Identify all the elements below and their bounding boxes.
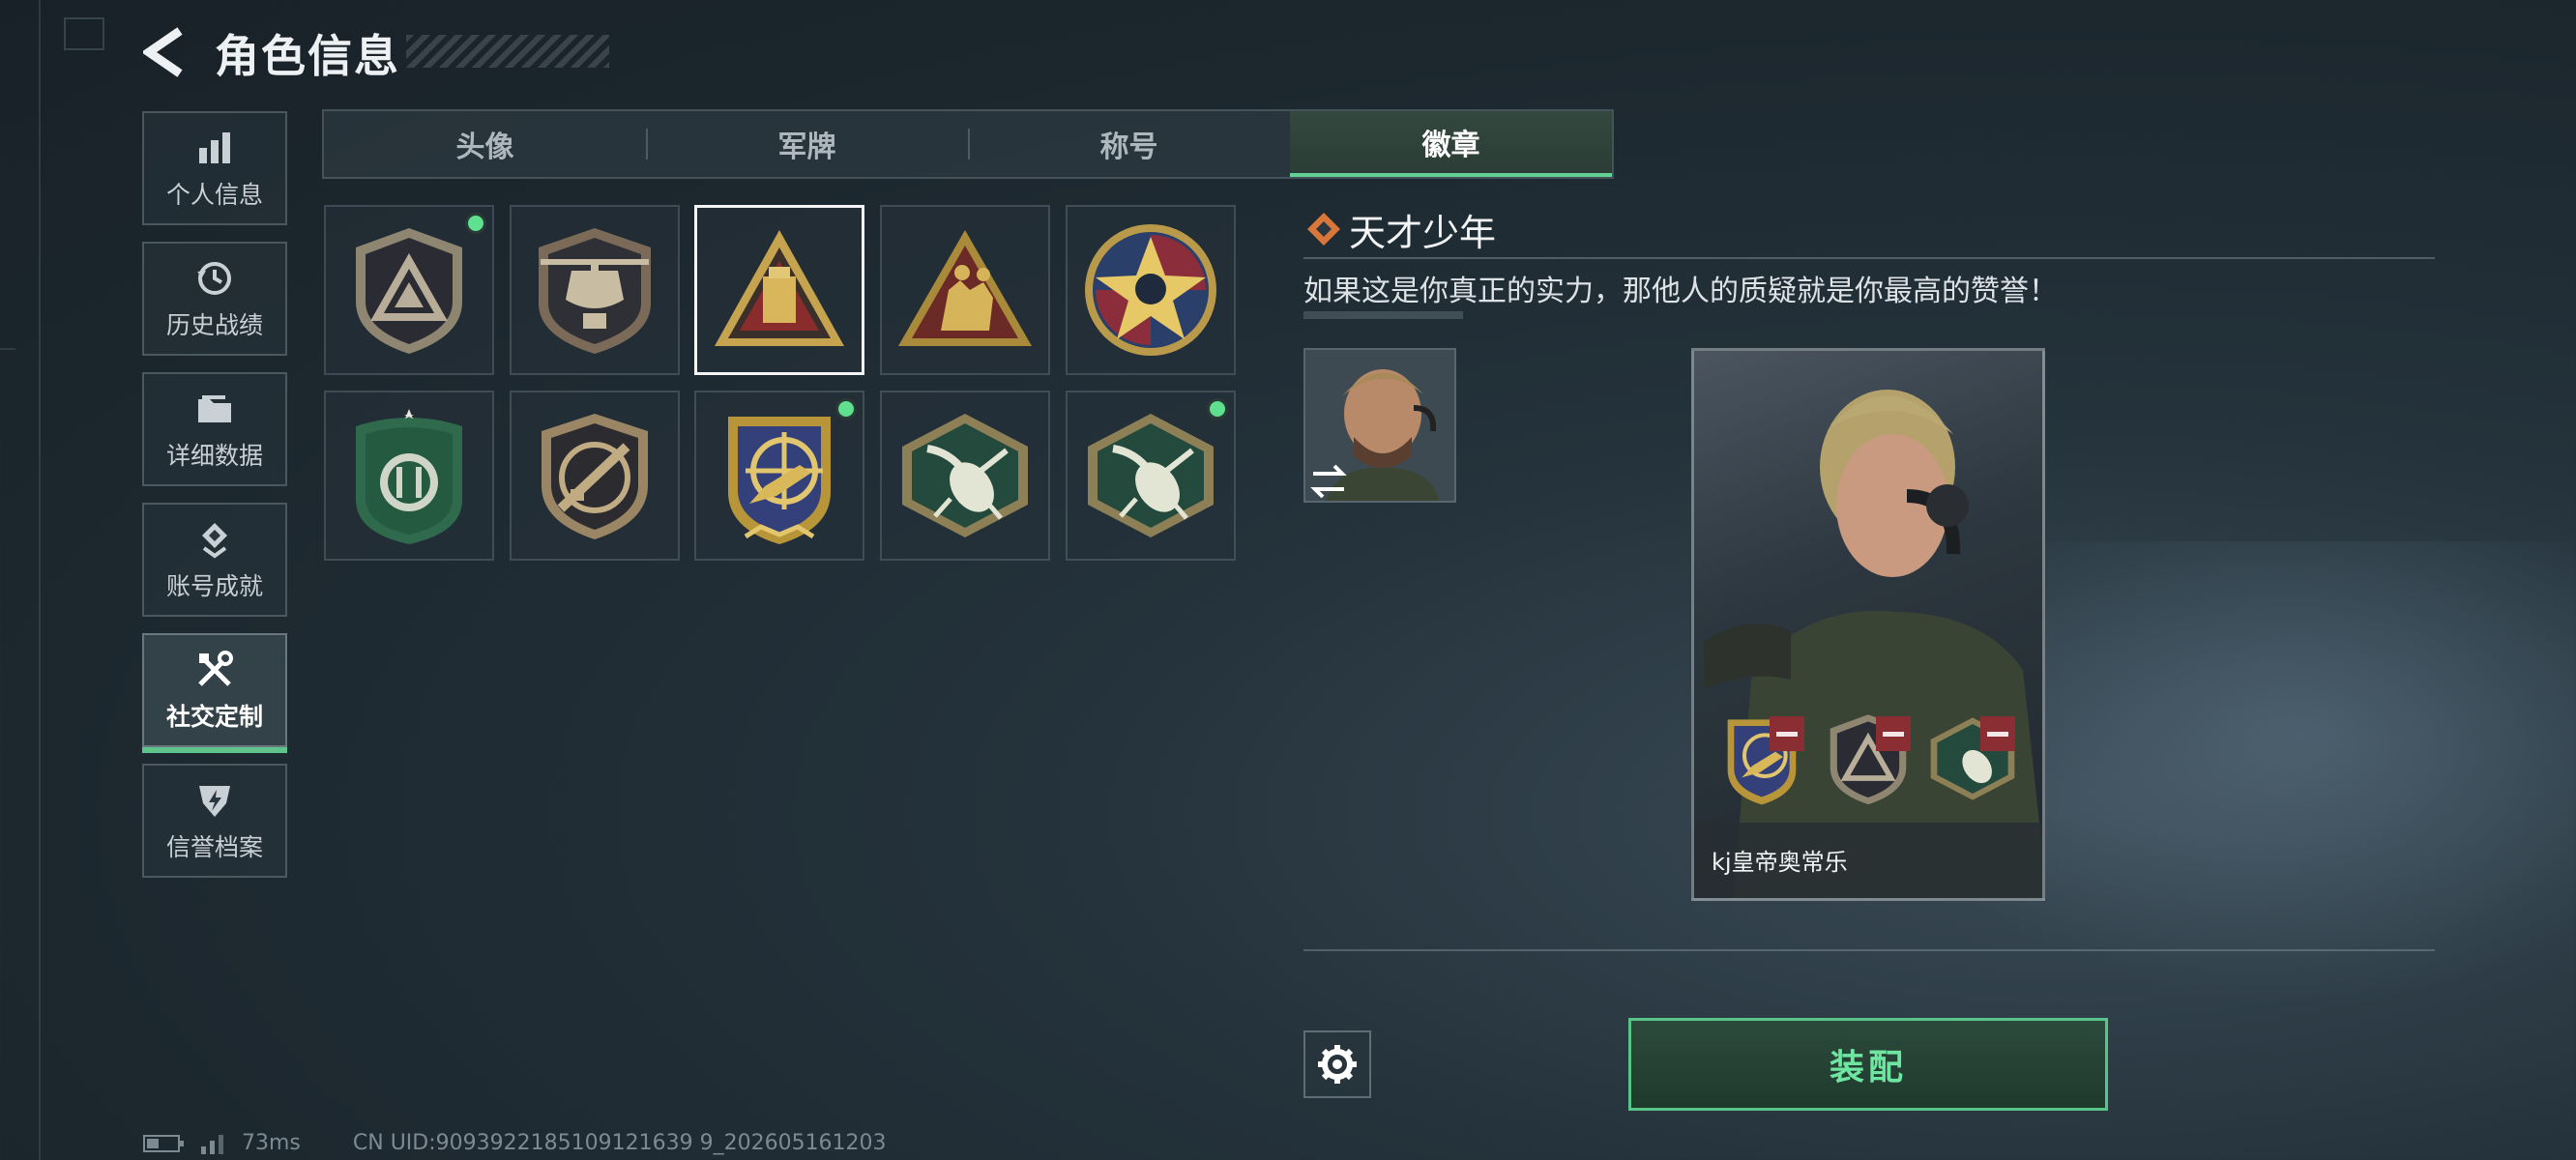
wasp-hexagon-badge-icon <box>902 414 1028 537</box>
badge-slot[interactable] <box>510 391 680 561</box>
status-bar: 73ms CN UID:9093922185109121639 9_202605… <box>143 1131 887 1155</box>
badge-name: 天才少年 <box>1349 212 1497 254</box>
sidebar-item-label: 信誉档案 <box>165 833 263 861</box>
badge-slot[interactable] <box>694 391 864 561</box>
history-icon <box>192 256 237 301</box>
divider <box>1303 257 2435 259</box>
back-button[interactable] <box>141 27 186 77</box>
frame-corner <box>64 17 104 50</box>
signal-icon <box>201 1134 223 1154</box>
equip-button[interactable]: 装配 <box>1628 1018 2108 1111</box>
sidebar-item-label: 账号成就 <box>165 572 263 600</box>
uid-text: CN UID:9093922185109121639 9_20260516120… <box>352 1131 887 1155</box>
equipped-badge-slot[interactable] <box>1820 710 1917 807</box>
usb-triangle-badge-icon <box>715 230 844 346</box>
sidebar-item-label: 历史战绩 <box>165 311 263 339</box>
badge-slot[interactable] <box>510 205 680 375</box>
equipped-indicator <box>1207 398 1228 420</box>
badge-slot[interactable] <box>324 205 494 375</box>
sidebar-item-label: 详细数据 <box>165 442 263 470</box>
shield-bolt-icon <box>192 778 237 823</box>
green-shield-badge-icon <box>356 409 462 544</box>
sidebar-item-history[interactable]: 历史战绩 <box>142 242 287 356</box>
character-artwork <box>1704 390 2042 898</box>
settings-button[interactable] <box>1303 1030 1371 1098</box>
badge-slot[interactable] <box>880 391 1050 561</box>
badge-slot[interactable] <box>324 391 494 561</box>
equipped-badge-slot[interactable] <box>1924 710 2021 807</box>
description-subline <box>1303 311 1463 319</box>
badge-description: 如果这是你真正的实力，那他人的质疑就是你最高的赞誉！ <box>1303 275 2058 308</box>
wasp-hexagon-badge-icon <box>1088 414 1214 537</box>
crosshair-eagle-badge-icon <box>728 417 831 544</box>
tab-title[interactable]: 称号 <box>968 111 1290 177</box>
star-skull-badge-icon <box>1085 224 1216 356</box>
character-preview-card: kj皇帝奥常乐 <box>1691 348 2045 901</box>
remove-badge-button[interactable] <box>1770 716 1804 751</box>
badge-slot[interactable] <box>1066 391 1236 561</box>
sidebar-item-credit[interactable]: 信誉档案 <box>142 764 287 878</box>
back-arrow-icon <box>141 27 183 77</box>
remove-badge-button[interactable] <box>1876 716 1911 751</box>
battery-icon <box>143 1134 184 1152</box>
triangle-shield-badge-icon <box>356 228 462 354</box>
divider <box>1303 949 2435 951</box>
character-thumbnail[interactable] <box>1303 348 1456 503</box>
badge-slot[interactable] <box>880 205 1050 375</box>
tab-dogtag[interactable]: 军牌 <box>646 111 968 177</box>
equipped-indicator <box>465 213 486 234</box>
remove-badge-button[interactable] <box>1980 716 2015 751</box>
sidebar-item-detail-data[interactable]: 详细数据 <box>142 372 287 486</box>
page-title: 角色信息 <box>215 30 400 82</box>
equipped-badge-slot[interactable] <box>1713 710 1810 807</box>
player-name: kj皇帝奥常乐 <box>1712 849 1848 876</box>
badge-slot-selected[interactable] <box>694 205 864 375</box>
sidebar-item-label: 社交定制 <box>165 703 263 731</box>
tools-icon <box>192 648 237 692</box>
sidebar-item-personal-info[interactable]: 个人信息 <box>142 111 287 225</box>
soldiers-triangle-badge-icon <box>898 230 1032 346</box>
sidebar-item-label: 个人信息 <box>165 181 263 209</box>
customization-tabs: 头像 军牌 称号 徽章 <box>322 109 1614 179</box>
badge-slot[interactable] <box>1066 205 1236 375</box>
helicopter-badge-icon <box>539 228 651 354</box>
tab-avatar[interactable]: 头像 <box>324 111 646 177</box>
sidebar-item-achievements[interactable]: 账号成就 <box>142 503 287 617</box>
frame-line <box>39 0 41 1160</box>
tab-badge[interactable]: 徽章 <box>1290 111 1612 177</box>
ping-value: 73ms <box>242 1131 301 1155</box>
diamond-icon <box>1307 213 1340 246</box>
swap-icon[interactable] <box>1309 462 1348 501</box>
achievement-icon <box>192 517 237 562</box>
gear-icon <box>1318 1045 1357 1084</box>
folder-icon <box>192 387 237 431</box>
bar-chart-icon <box>192 126 237 170</box>
rifle-shield-badge-icon <box>542 414 648 539</box>
title-decoration <box>406 35 609 68</box>
sidebar-item-social-custom[interactable]: 社交定制 <box>142 633 287 753</box>
equipped-indicator <box>835 398 857 420</box>
frame-line <box>0 348 15 350</box>
